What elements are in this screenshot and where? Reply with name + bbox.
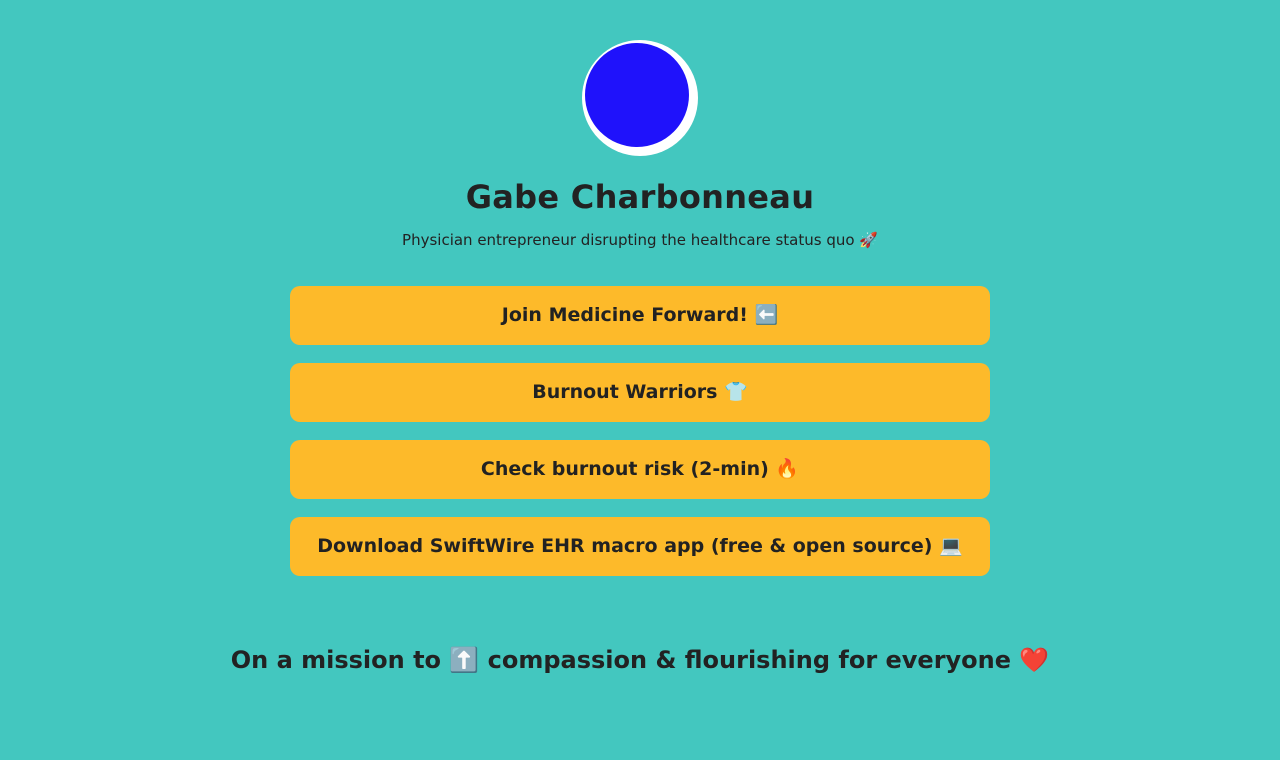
mission-statement: On a mission to ⬆️ compassion & flourish… bbox=[230, 646, 1050, 674]
avatar bbox=[582, 40, 698, 156]
link-button-burnout-risk[interactable]: Check burnout risk (2-min) 🔥 bbox=[290, 440, 990, 499]
linktree-page: Gabe Charbonneau Physician entrepreneur … bbox=[0, 0, 1280, 760]
avatar-image bbox=[585, 43, 689, 147]
link-button-medicine-forward[interactable]: Join Medicine Forward! ⬅️ bbox=[290, 286, 990, 345]
profile-bio: Physician entrepreneur disrupting the he… bbox=[402, 231, 878, 249]
profile-name: Gabe Charbonneau bbox=[465, 178, 815, 216]
link-button-swiftwire-download[interactable]: Download SwiftWire EHR macro app (free &… bbox=[290, 517, 990, 576]
link-list: Join Medicine Forward! ⬅️ Burnout Warrio… bbox=[290, 286, 990, 594]
link-button-burnout-warriors[interactable]: Burnout Warriors 👕 bbox=[290, 363, 990, 422]
